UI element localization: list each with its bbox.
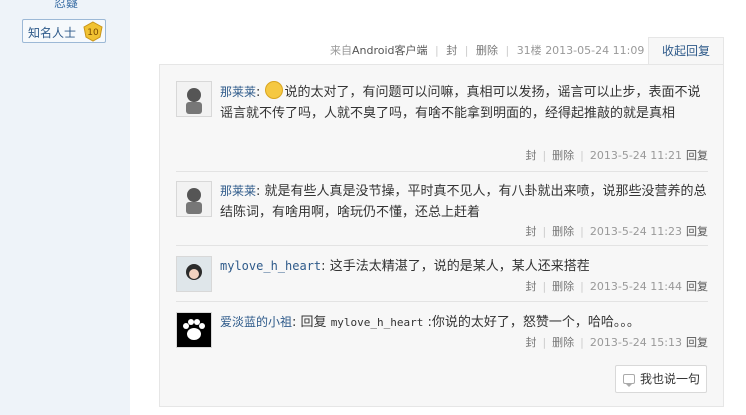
reply-time: 2013-5-24 11:21 <box>589 149 682 162</box>
block-link[interactable]: 封 <box>446 44 457 57</box>
reply-meta: 封 | 删除 | 2013-5-24 11:23 回复 <box>525 223 708 239</box>
delete-link[interactable]: 删除 <box>552 336 574 349</box>
client-link[interactable]: Android客户端 <box>352 44 428 57</box>
level-badge-icon: 10 <box>83 21 103 42</box>
colon: : <box>292 315 297 330</box>
floor-number: 31楼 <box>516 44 542 57</box>
rank-badge[interactable]: 知名人士 10 <box>22 19 106 43</box>
delete-link[interactable]: 删除 <box>552 225 574 238</box>
separator: | <box>580 280 584 293</box>
separator: | <box>542 225 547 238</box>
say-button-label: 我也说一句 <box>639 372 700 386</box>
list-item: 那莱莱: 就是有些人真是没节操，平时真不见人，有八卦就出来喷，说那些没营养的总结… <box>176 181 708 243</box>
mention[interactable]: mylove_h_heart <box>331 316 424 329</box>
reply-box: 那莱莱: 说的太对了，有问题可以问嘛，真相可以发扬，谣言可以止步，表面不说谣言就… <box>159 64 724 407</box>
meta-prefix: 来自 <box>330 44 352 57</box>
colon: : <box>321 259 326 274</box>
post-time: 2013-05-24 11:09 <box>545 44 645 57</box>
reply-text: 这手法太精湛了，说的是某人，某人还来搭茬 <box>329 259 590 274</box>
separator: | <box>464 44 469 57</box>
avatar[interactable] <box>176 312 212 348</box>
say-something-button[interactable]: 我也说一句 <box>615 365 707 393</box>
avatar[interactable] <box>176 181 212 217</box>
block-link[interactable]: 封 <box>525 225 536 238</box>
user-name-cut[interactable]: 忍嶷 <box>54 0 78 11</box>
block-link[interactable]: 封 <box>525 149 536 162</box>
delete-link[interactable]: 删除 <box>476 44 498 57</box>
divider <box>176 171 708 172</box>
separator: | <box>435 44 439 57</box>
separator: | <box>580 336 584 349</box>
avatar[interactable] <box>176 81 212 117</box>
avatar-image-icon <box>177 257 211 291</box>
reply-username[interactable]: 那莱莱 <box>220 184 256 198</box>
reply-content: mylove_h_heart: 这手法太精湛了，说的是某人，某人还来搭茬 <box>220 256 708 277</box>
reply-time: 2013-5-24 15:13 <box>589 336 682 349</box>
emoji-icon <box>264 81 283 99</box>
block-link[interactable]: 封 <box>525 336 536 349</box>
reply-meta: 封 | 删除 | 2013-5-24 11:21 回复 <box>525 147 708 163</box>
post-area: 来自Android客户端 | 封 | 删除 | 31楼 2013-05-24 1… <box>130 0 746 415</box>
separator: | <box>542 149 547 162</box>
reply-link[interactable]: 回复 <box>686 280 708 293</box>
reply-time: 2013-5-24 11:23 <box>589 225 682 238</box>
avatar-image-icon <box>177 182 211 216</box>
reply-text: 说的太对了，有问题可以问嘛，真相可以发扬，谣言可以止步，表面不说谣言就不传了吗，… <box>220 85 701 121</box>
reply-meta: 封 | 删除 | 2013-5-24 11:44 回复 <box>525 278 708 294</box>
post-meta: 来自Android客户端 | 封 | 删除 | 31楼 2013-05-24 1… <box>330 42 644 58</box>
separator: | <box>542 280 547 293</box>
colon: : <box>256 184 261 199</box>
reply-text: :你说的太好了，怒赞一个，哈哈。。。 <box>423 315 640 330</box>
list-item: 爱淡蓝的小祖: 回复 mylove_h_heart :你说的太好了，怒赞一个，哈… <box>176 312 708 356</box>
separator: | <box>580 149 584 162</box>
delete-link[interactable]: 删除 <box>552 149 574 162</box>
delete-link[interactable]: 删除 <box>552 280 574 293</box>
reply-link[interactable]: 回复 <box>686 336 708 349</box>
comment-icon <box>623 374 635 387</box>
reply-time: 2013-5-24 11:44 <box>589 280 682 293</box>
left-sidebar: 忍嶷 知名人士 10 <box>0 0 130 415</box>
reply-prefix: 回复 <box>300 315 331 330</box>
avatar[interactable] <box>176 256 212 292</box>
separator: | <box>505 44 510 57</box>
reply-username[interactable]: 那莱莱 <box>220 85 256 99</box>
rank-level: 10 <box>87 28 99 38</box>
paw-avatar-icon <box>177 313 211 347</box>
reply-content: 那莱莱: 说的太对了，有问题可以问嘛，真相可以发扬，谣言可以止步，表面不说谣言就… <box>220 81 708 124</box>
list-item: 那莱莱: 说的太对了，有问题可以问嘛，真相可以发扬，谣言可以止步，表面不说谣言就… <box>176 81 708 167</box>
divider <box>176 301 708 302</box>
collapse-replies-button[interactable]: 收起回复 <box>648 37 724 65</box>
reply-content: 那莱莱: 就是有些人真是没节操，平时真不见人，有八卦就出来喷，说那些没营养的总结… <box>220 181 708 223</box>
reply-username[interactable]: mylove_h_heart <box>220 259 321 273</box>
list-item: mylove_h_heart: 这手法太精湛了，说的是某人，某人还来搭茬 封 | 删… <box>176 256 708 300</box>
divider <box>176 245 708 246</box>
separator: | <box>542 336 547 349</box>
reply-link[interactable]: 回复 <box>686 149 708 162</box>
reply-link[interactable]: 回复 <box>686 225 708 238</box>
colon: : <box>256 85 261 100</box>
avatar-image-icon <box>177 82 211 116</box>
reply-meta: 封 | 删除 | 2013-5-24 15:13 回复 <box>525 334 708 350</box>
reply-text: 就是有些人真是没节操，平时真不见人，有八卦就出来喷，说那些没营养的总结陈词，有啥… <box>220 184 707 220</box>
rank-label: 知名人士 <box>28 26 77 40</box>
block-link[interactable]: 封 <box>525 280 536 293</box>
reply-content: 爱淡蓝的小祖: 回复 mylove_h_heart :你说的太好了，怒赞一个，哈… <box>220 312 708 333</box>
reply-username[interactable]: 爱淡蓝的小祖 <box>220 315 292 329</box>
separator: | <box>580 225 584 238</box>
